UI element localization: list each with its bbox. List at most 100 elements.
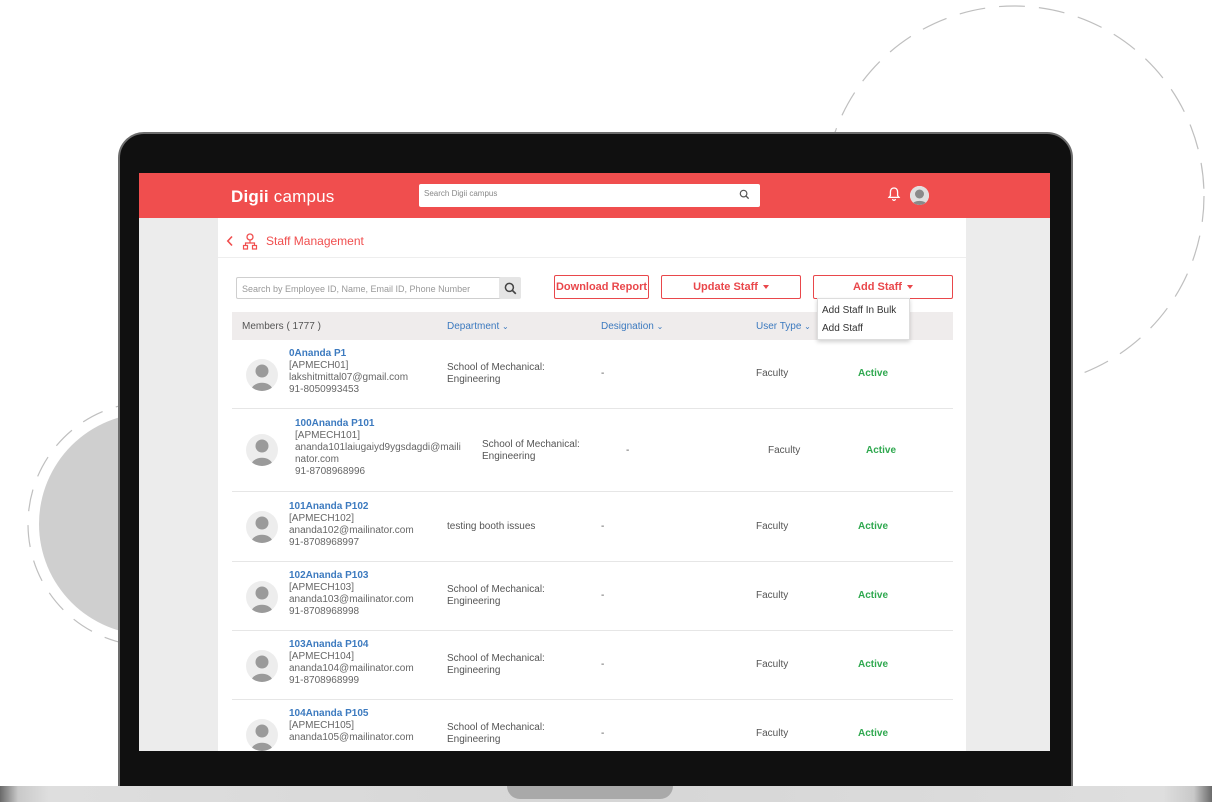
staff-name[interactable]: 104Ananda P105 (289, 708, 414, 720)
staff-id: [APMECH103] (289, 582, 355, 593)
update-staff-label: Update Staff (693, 281, 758, 293)
table-row[interactable]: 0Ananda P1 [APMECH01] lakshitmittal07@gm… (232, 340, 953, 409)
staff-name[interactable]: 103Ananda P104 (289, 639, 414, 651)
column-user-type-label: User Type (756, 321, 802, 332)
status-badge: Active (858, 659, 889, 670)
staff-phone: 91-8708968999 (289, 675, 360, 686)
chevron-down-icon: ⌄ (804, 322, 811, 331)
logo-light: campus (268, 187, 335, 206)
staff-name[interactable]: 101Ananda P102 (289, 501, 414, 513)
avatar (246, 650, 278, 682)
user-type-cell: Faculty (756, 368, 789, 379)
staff-phone: 91-8708968996 (295, 466, 366, 477)
download-report-button[interactable]: Download Report (554, 275, 649, 299)
department-cell: School of Mechanical: Engineering (447, 722, 545, 746)
search-icon (504, 282, 516, 294)
search-icon[interactable] (739, 189, 750, 200)
department-cell: testing booth issues (447, 521, 535, 533)
user-avatar[interactable] (910, 186, 929, 205)
department-line2: Engineering (447, 596, 501, 607)
staff-email: ananda103@mailinator.com (289, 594, 414, 605)
designation-cell: - (601, 659, 605, 670)
status-badge: Active (858, 521, 889, 532)
top-bar: Digii campus Search Digii campus (139, 173, 1050, 218)
staff-id: [APMECH105] (289, 720, 355, 731)
column-designation[interactable]: Designation ⌄ (601, 321, 663, 332)
caret-down-icon (762, 285, 769, 289)
avatar (246, 359, 278, 391)
user-type-cell: Faculty (768, 445, 801, 456)
chevron-down-icon: ⌄ (502, 322, 509, 331)
org-chart-icon (242, 232, 258, 250)
add-staff-button[interactable]: Add Staff (813, 275, 953, 299)
staff-info: 103Ananda P104 [APMECH104] ananda104@mai… (289, 639, 414, 687)
staff-search-button[interactable] (499, 277, 521, 299)
column-designation-label: Designation (601, 321, 654, 332)
department-cell: School of Mechanical: Engineering (447, 584, 545, 608)
global-search-placeholder: Search Digii campus (424, 189, 498, 198)
designation-cell: - (601, 521, 605, 532)
staff-info: 0Ananda P1 [APMECH01] lakshitmittal07@gm… (289, 348, 408, 396)
staff-search-input[interactable]: Search by Employee ID, Name, Email ID, P… (236, 277, 516, 299)
table-row[interactable]: 102Ananda P103 [APMECH103] ananda103@mai… (232, 562, 953, 631)
table-row[interactable]: 100Ananda P101 [APMECH101] ananda101laiu… (232, 409, 953, 492)
user-type-cell: Faculty (756, 521, 789, 532)
avatar-icon (251, 364, 273, 391)
staff-email: ananda101laiugaiyd9ygsdagdi@maili (295, 442, 461, 453)
chevron-left-icon[interactable] (226, 235, 234, 247)
global-search-input[interactable]: Search Digii campus (419, 184, 760, 207)
designation-cell: - (601, 728, 605, 739)
add-staff-menu: Add Staff In Bulk Add Staff (817, 298, 910, 340)
bell-icon[interactable] (887, 186, 901, 202)
update-staff-button[interactable]: Update Staff (661, 275, 801, 299)
column-user-type[interactable]: User Type ⌄ (756, 321, 811, 332)
avatar-icon (251, 439, 273, 466)
department-line2: Engineering (447, 374, 501, 385)
avatar (246, 434, 278, 466)
app-screen: Digii campus Search Digii campus Staff M… (139, 173, 1050, 751)
menu-item-add-staff-bulk[interactable]: Add Staff In Bulk (822, 305, 896, 316)
chevron-down-icon: ⌄ (656, 322, 664, 331)
department-line1: School of Mechanical: (482, 439, 580, 450)
stage: Digii campus Search Digii campus Staff M… (0, 0, 1212, 802)
avatar-icon (251, 724, 273, 751)
caret-down-icon (906, 285, 913, 289)
avatar (246, 581, 278, 613)
avatar-icon (910, 186, 929, 205)
designation-cell: - (601, 590, 605, 601)
members-count: Members ( 1777 ) (242, 321, 321, 332)
page-title: Staff Management (266, 234, 364, 248)
department-line2: Engineering (447, 665, 501, 676)
content-panel: Staff Management Search by Employee ID, … (218, 218, 966, 751)
department-cell: School of Mechanical: Engineering (447, 362, 545, 386)
add-staff-label: Add Staff (853, 281, 902, 293)
logo-bold: Digii (231, 187, 269, 206)
department-line1: testing booth issues (447, 521, 536, 532)
breadcrumb: Staff Management (226, 231, 364, 251)
table-row[interactable]: 103Ananda P104 [APMECH104] ananda104@mai… (232, 631, 953, 700)
table-row[interactable]: 101Ananda P102 [APMECH102] ananda102@mai… (232, 492, 953, 562)
staff-info: 101Ananda P102 [APMECH102] ananda102@mai… (289, 501, 414, 549)
department-line1: School of Mechanical: (447, 653, 545, 664)
avatar-icon (251, 586, 273, 613)
menu-item-add-staff[interactable]: Add Staff (822, 323, 863, 334)
table-row[interactable]: 104Ananda P105 [APMECH105] ananda105@mai… (232, 700, 953, 751)
status-badge: Active (858, 728, 889, 739)
staff-info: 100Ananda P101 [APMECH101] ananda101laiu… (295, 418, 461, 478)
staff-email: lakshitmittal07@gmail.com (289, 372, 409, 383)
user-type-cell: Faculty (756, 728, 789, 739)
column-department[interactable]: Department ⌄ (447, 321, 509, 332)
staff-name[interactable]: 100Ananda P101 (295, 418, 461, 430)
staff-id: [APMECH104] (289, 651, 355, 662)
staff-id: [APMECH101] (295, 430, 361, 441)
department-cell: School of Mechanical: Engineering (482, 439, 580, 463)
designation-cell: - (626, 445, 630, 456)
avatar (246, 719, 278, 751)
staff-email: ananda105@mailinator.com (289, 732, 414, 743)
department-line1: School of Mechanical: (447, 584, 545, 595)
app-logo[interactable]: Digii campus (231, 187, 335, 207)
staff-name[interactable]: 0Ananda P1 (289, 348, 408, 360)
header-divider (218, 257, 966, 258)
staff-name[interactable]: 102Ananda P103 (289, 570, 414, 582)
department-line1: School of Mechanical: (447, 722, 545, 733)
